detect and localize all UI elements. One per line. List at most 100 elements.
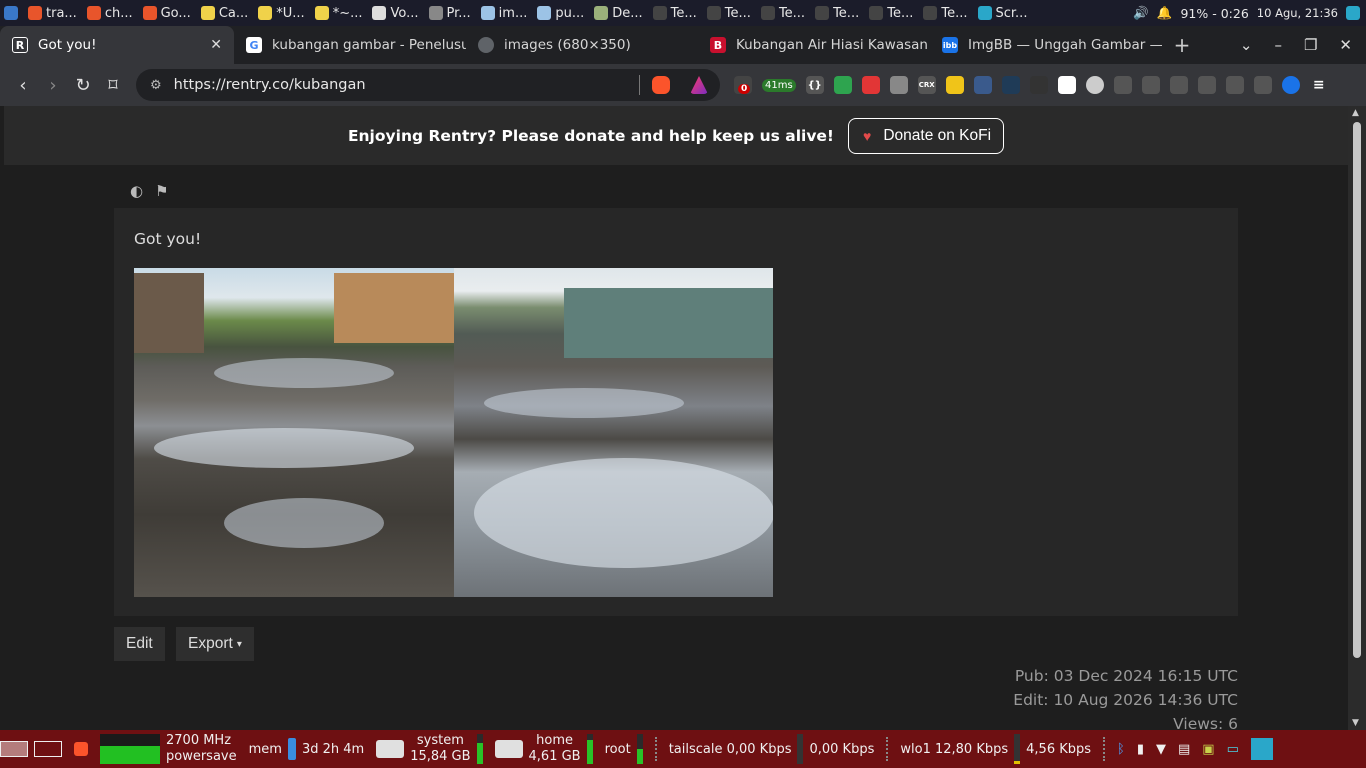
taskbar-app-item[interactable]: Te... (919, 0, 973, 26)
forward-icon[interactable]: › (38, 75, 68, 96)
extension-circle-icon[interactable] (1085, 76, 1104, 94)
app-icon (142, 6, 157, 20)
extension-x-icon[interactable] (1001, 76, 1020, 94)
taskbar-app-item[interactable]: Te... (865, 0, 919, 26)
taskbar-app-item[interactable]: Te... (811, 0, 865, 26)
extension-white-icon[interactable] (1057, 76, 1076, 94)
tab-got-you[interactable]: R Got you! ✕ (0, 26, 234, 64)
taskbar-app-item[interactable]: ch... (83, 0, 139, 26)
donate-kofi-button[interactable]: ♥ Donate on KoFi (848, 117, 1005, 154)
system-tray: 🔊 🔔 91% - 0:26 10 Agu, 21:36 (1133, 5, 1366, 21)
show-desktop-icon[interactable] (1346, 6, 1360, 20)
taskbar-app-item[interactable]: im... (477, 0, 534, 26)
system-drive-size: 15,84 GB (410, 749, 471, 764)
tab-images[interactable]: images (680×350) (466, 26, 698, 64)
wifi-icon[interactable]: ▼ (1156, 742, 1166, 757)
taskbar-app-item[interactable]: Te... (649, 0, 703, 26)
brave-shield-icon[interactable] (652, 76, 670, 94)
notification-icon[interactable]: 🔔 (1157, 5, 1173, 21)
cursor-icon[interactable] (973, 76, 992, 94)
workspace-switcher[interactable] (0, 741, 68, 757)
app-icon (977, 6, 992, 20)
tab-label: Kubangan Air Hiasi Kawasan V (736, 37, 930, 53)
edit-button[interactable]: Edit (114, 627, 165, 661)
package-icon[interactable]: ▣ (1202, 742, 1214, 757)
taskbar-app-item[interactable]: *U... (254, 0, 310, 26)
app-icon (200, 6, 215, 20)
close-tab-icon[interactable]: ✕ (210, 37, 222, 53)
taskbar-app-item[interactable]: De... (590, 0, 648, 26)
app-launcher-icon[interactable] (0, 0, 24, 26)
wallet-icon[interactable] (1225, 76, 1244, 94)
app-icon (86, 6, 101, 20)
taskbar-app-item[interactable]: Ca... (197, 0, 254, 26)
taskbar-app-item[interactable]: *~... (311, 0, 369, 26)
panel-tray: ᛒ ▮ ▼ ▤ ▣ ▭ (1111, 738, 1279, 760)
tailscale-down: tailscale 0,00 Kbps (668, 741, 792, 757)
report-flag-icon[interactable]: ⚑ (155, 182, 168, 200)
extension-json-icon[interactable]: {} (805, 76, 824, 94)
puzzle-icon[interactable] (1113, 76, 1132, 94)
globe-icon (478, 37, 494, 53)
url-text[interactable]: https://rentry.co/kubangan (174, 77, 366, 93)
close-window-icon[interactable]: ✕ (1339, 36, 1352, 54)
system-panel: 2700 MHz powersave mem 3d 2h 4m system 1… (0, 730, 1366, 768)
back-icon[interactable]: ‹ (8, 75, 38, 96)
tab-label: kubangan gambar - Penelusu (272, 37, 466, 53)
taskbar-app-item[interactable]: pu... (533, 0, 590, 26)
theme-toggle-icon[interactable]: ◐ (130, 182, 143, 200)
scroll-up-icon[interactable]: ▲ (1352, 108, 1359, 118)
screen-icon[interactable]: ▭ (1227, 742, 1239, 757)
brave-rewards-icon[interactable] (690, 76, 708, 94)
media-icon[interactable] (1169, 76, 1188, 94)
reload-icon[interactable]: ↻ (68, 75, 98, 96)
scroll-down-icon[interactable]: ▼ (1352, 718, 1359, 728)
clipboard-icon[interactable]: ▤ (1178, 742, 1190, 757)
profile-icon[interactable] (1281, 76, 1300, 94)
taskbar-app-item[interactable]: Te... (703, 0, 757, 26)
leo-ai-icon[interactable] (1253, 76, 1272, 94)
tab-search-icon[interactable]: ⌄ (1240, 36, 1253, 54)
extension-red-icon[interactable] (861, 76, 880, 94)
camera-icon[interactable] (889, 76, 908, 94)
taskbar-app-item[interactable]: Pr... (425, 0, 477, 26)
tab-kubangan-air[interactable]: B Kubangan Air Hiasi Kawasan V (698, 26, 930, 64)
brave-taskbar-icon[interactable] (68, 742, 94, 756)
extension-trash-icon[interactable]: 0 (734, 76, 752, 94)
address-bar[interactable]: ⚙ https://rentry.co/kubangan (136, 69, 720, 101)
scroll-thumb[interactable] (1353, 122, 1361, 658)
tab-label: images (680×350) (504, 37, 631, 53)
extension-yellow-icon[interactable] (945, 76, 964, 94)
taskbar-app-item[interactable]: Go... (139, 0, 197, 26)
tab-imgbb[interactable]: ibb ImgBB — Unggah Gambar — (930, 26, 1162, 64)
entry-card: Got you! (114, 208, 1238, 616)
site-settings-icon[interactable]: ⚙ (150, 78, 162, 93)
extension-get-crx-icon[interactable]: CRX (917, 76, 936, 94)
bluetooth-icon[interactable]: ᛒ (1117, 742, 1125, 757)
taskbar-app-item[interactable]: Te... (757, 0, 811, 26)
signal-icon[interactable]: ▮ (1137, 742, 1144, 757)
mem-label: mem (248, 741, 282, 757)
battery-status[interactable]: 91% - 0:26 (1180, 6, 1248, 21)
browser-tab-strip: R Got you! ✕ G kubangan gambar - Penelus… (0, 26, 1366, 64)
sidebar-icon[interactable] (1197, 76, 1216, 94)
show-desktop-icon[interactable] (1250, 738, 1273, 760)
tab-kubangan-gambar[interactable]: G kubangan gambar - Penelusu (234, 26, 466, 64)
extension-dark-icon[interactable] (1029, 76, 1048, 94)
export-dropdown-button[interactable]: Export ▾ (176, 627, 254, 661)
maximize-icon[interactable]: ❐ (1304, 36, 1317, 54)
download-icon[interactable] (1141, 76, 1160, 94)
extension-ping[interactable]: 41ms (762, 78, 796, 92)
bookmark-icon[interactable]: ⌑ (98, 75, 128, 96)
new-tab-button[interactable]: + (1162, 26, 1202, 64)
page-scrollbar[interactable]: ▲ ▼ (1348, 106, 1366, 730)
app-label: Te... (833, 5, 860, 21)
taskbar-app-item[interactable]: tra... (24, 0, 83, 26)
volume-icon[interactable]: 🔊 (1133, 5, 1149, 21)
clock[interactable]: 10 Agu, 21:36 (1257, 6, 1338, 20)
menu-icon[interactable]: ≡ (1309, 76, 1328, 94)
minimize-icon[interactable]: – (1274, 36, 1282, 54)
taskbar-app-item[interactable]: Vo... (368, 0, 424, 26)
taskbar-app-item[interactable]: Scr... (974, 0, 1034, 26)
extension-green-icon[interactable] (833, 76, 852, 94)
